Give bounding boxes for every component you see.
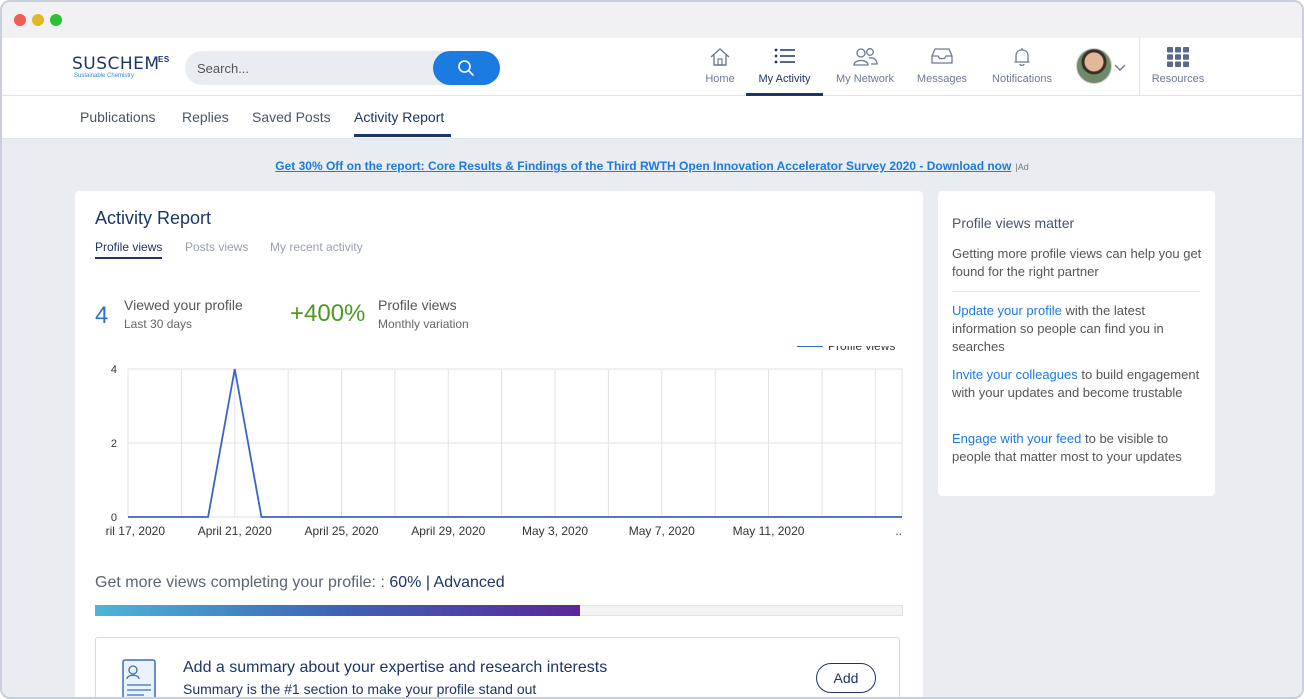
maximize-window-button[interactable] xyxy=(50,14,62,26)
x-tick-label: May 7, 2020 xyxy=(629,524,695,538)
monthly-variation-label: Profile views xyxy=(378,297,457,313)
suschem-logo[interactable]: SUSCHEM ES Sustainable Chemistry xyxy=(72,52,172,82)
y-tick-label: 2 xyxy=(111,438,117,450)
x-tick-label: April 17, 2020 xyxy=(105,524,165,538)
tab-saved-posts[interactable]: Saved Posts xyxy=(252,109,331,125)
search-input[interactable] xyxy=(197,59,427,77)
add-summary-button[interactable]: Add xyxy=(816,663,876,693)
bell-icon xyxy=(1014,48,1030,66)
logo-wordmark: SUSCHEM xyxy=(72,54,160,74)
nav-divider xyxy=(1139,38,1140,96)
home-icon xyxy=(710,48,730,66)
document-icon xyxy=(122,659,156,697)
nav-my-network[interactable]: My Network xyxy=(832,38,898,96)
nav-home[interactable]: Home xyxy=(698,38,742,96)
x-tick-label: April 29, 2020 xyxy=(411,524,485,538)
user-avatar[interactable] xyxy=(1076,48,1112,84)
profile-suggestion: Add a summary about your expertise and r… xyxy=(95,637,900,697)
profile-tips-sidebar: Profile views matter Getting more profil… xyxy=(938,191,1215,496)
tab-replies[interactable]: Replies xyxy=(182,109,229,125)
profile-views-count: 4 xyxy=(95,302,109,329)
page-title: Activity Report xyxy=(95,208,212,228)
tab-activity-report[interactable]: Activity Report xyxy=(354,109,444,125)
nav-home-label: Home xyxy=(705,73,735,85)
tab-profile-views[interactable]: Profile views xyxy=(95,240,163,259)
logo-superscript: ES xyxy=(158,55,170,64)
search-bar xyxy=(185,51,500,85)
nav-my-activity[interactable]: My Activity xyxy=(746,38,823,96)
activity-report-card: Activity Report Profile views Posts view… xyxy=(75,191,923,697)
tab-posts-views[interactable]: Posts views xyxy=(185,240,248,254)
suggestion-subtitle: Summary is the #1 section to make your p… xyxy=(183,681,537,697)
grid-icon xyxy=(1167,47,1189,67)
engage-feed-link[interactable]: Engage with your feed xyxy=(952,431,1081,446)
logo-tagline: Sustainable Chemistry xyxy=(74,73,135,79)
people-icon xyxy=(853,48,878,66)
tip-invite-colleagues: Invite your colleagues to build engageme… xyxy=(952,366,1207,402)
minimize-window-button[interactable] xyxy=(32,14,44,26)
search-icon xyxy=(458,60,474,76)
nav-my-activity-label: My Activity xyxy=(758,73,811,85)
close-window-button[interactable] xyxy=(14,14,26,26)
profile-views-label: Viewed your profile xyxy=(124,297,243,313)
ad-link[interactable]: Get 30% Off on the report: Core Results … xyxy=(275,159,1011,173)
nav-notifications[interactable]: Notifications xyxy=(986,38,1058,96)
nav-resources-label: Resources xyxy=(1151,73,1205,85)
chevron-down-icon[interactable] xyxy=(1114,64,1126,72)
y-tick-label: 4 xyxy=(111,364,117,376)
tip-engage-feed: Engage with your feed to be visible to p… xyxy=(952,430,1207,466)
tab-my-recent-activity[interactable]: My recent activity xyxy=(270,240,363,254)
profile-views-period: Last 30 days xyxy=(124,317,193,331)
x-tick-label: May 11, 2020 xyxy=(733,524,805,538)
legend-label: Profile views xyxy=(828,346,895,353)
sidebar-intro: Getting more profile views can help you … xyxy=(952,246,1202,279)
profile-completion-label: Get more views completing your profile: … xyxy=(95,574,505,592)
nav-notifications-label: Notifications xyxy=(992,73,1052,85)
sidebar-title: Profile views matter xyxy=(952,215,1075,231)
sidebar-divider xyxy=(952,291,1200,292)
inbox-icon xyxy=(931,48,953,64)
profile-completion-fill xyxy=(95,605,580,616)
profile-completion-value: 60% | Advanced xyxy=(389,574,505,591)
x-tick-label: May 3, 2020 xyxy=(522,524,588,538)
monthly-variation-value: +400% xyxy=(290,300,366,327)
x-tick-label: .. xyxy=(895,524,902,538)
nav-messages[interactable]: Messages xyxy=(912,38,972,96)
x-tick-label: April 25, 2020 xyxy=(304,524,378,538)
tip-update-profile: Update your profile with the latest info… xyxy=(952,302,1207,356)
browser-window: SUSCHEM ES Sustainable Chemistry Home My… xyxy=(0,0,1304,699)
active-tab-indicator xyxy=(354,134,451,137)
window-titlebar xyxy=(2,2,1302,38)
nav-resources[interactable]: Resources xyxy=(1148,38,1208,96)
profile-views-chart: 0 2 4 April 17, 2020 April 21, 2020 April 25,… xyxy=(105,346,903,538)
list-icon xyxy=(774,48,795,64)
sub-navigation: Publications Replies Saved Posts Activit… xyxy=(2,96,1302,139)
update-profile-link[interactable]: Update your profile xyxy=(952,303,1062,318)
profile-completion-prefix: Get more views completing your profile: … xyxy=(95,574,390,591)
nav-my-network-label: My Network xyxy=(835,73,895,85)
x-tick-label: April 21, 2020 xyxy=(198,524,272,538)
y-tick-label: 0 xyxy=(111,512,117,524)
monthly-variation-sub: Monthly variation xyxy=(378,317,469,331)
search-button[interactable] xyxy=(433,51,500,85)
ad-banner: Get 30% Off on the report: Core Results … xyxy=(2,159,1302,173)
suggestion-title: Add a summary about your expertise and r… xyxy=(183,659,608,676)
ad-tag: |Ad xyxy=(1015,162,1029,172)
nav-messages-label: Messages xyxy=(916,73,968,85)
top-navigation: SUSCHEM ES Sustainable Chemistry Home My… xyxy=(2,38,1302,96)
tab-publications[interactable]: Publications xyxy=(80,109,156,125)
invite-colleagues-link[interactable]: Invite your colleagues xyxy=(952,367,1078,382)
